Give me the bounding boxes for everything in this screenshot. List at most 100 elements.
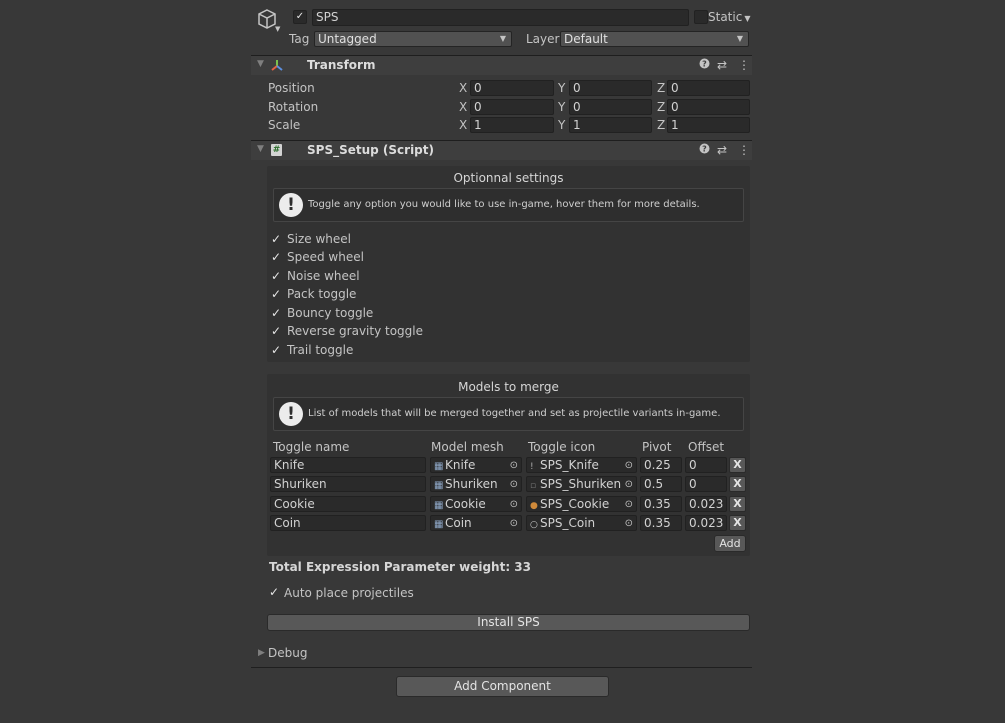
model-mesh-field[interactable]: ▦ Knife ⊙ bbox=[430, 457, 522, 473]
axis-z-label[interactable]: Z bbox=[657, 118, 665, 132]
toggle-name-field[interactable]: Coin bbox=[270, 515, 426, 531]
scale-z-field[interactable]: 1 bbox=[667, 117, 750, 133]
position-y-field[interactable]: 0 bbox=[569, 80, 652, 96]
toggle-label: Trail toggle bbox=[287, 343, 354, 357]
object-picker-icon[interactable]: ⊙ bbox=[625, 517, 633, 530]
toggle-icon-value: SPS_Shuriken bbox=[540, 477, 622, 491]
object-picker-icon[interactable]: ⊙ bbox=[510, 517, 518, 530]
pivot-field[interactable]: 0.35 bbox=[640, 515, 682, 531]
mesh-icon: ▦ bbox=[434, 500, 444, 511]
remove-row-button[interactable]: X bbox=[729, 476, 746, 492]
rotation-x-field[interactable]: 0 bbox=[470, 99, 554, 115]
tag-dropdown[interactable]: Untagged ▼ bbox=[314, 31, 512, 47]
script-title: SPS_Setup (Script) bbox=[307, 143, 434, 157]
add-model-button[interactable]: Add bbox=[714, 535, 746, 552]
help-icon[interactable]: ? bbox=[699, 143, 710, 157]
checkmark-icon[interactable]: ✓ bbox=[271, 287, 281, 301]
toggle-icon-field[interactable]: ! SPS_Knife ⊙ bbox=[526, 457, 637, 473]
checkmark-icon[interactable]: ✓ bbox=[271, 324, 281, 338]
toggle-icon-value: SPS_Knife bbox=[540, 458, 599, 472]
model-mesh-field[interactable]: ▦ Cookie ⊙ bbox=[430, 496, 522, 512]
remove-row-button[interactable]: X bbox=[729, 457, 746, 473]
transform-header[interactable]: ▼ Transform ? ⇄ ⋮ bbox=[251, 55, 752, 75]
pivot-field[interactable]: 0.5 bbox=[640, 476, 682, 492]
context-menu-icon[interactable]: ⋮ bbox=[738, 58, 750, 72]
add-component-button[interactable]: Add Component bbox=[396, 676, 609, 697]
object-picker-icon[interactable]: ⊙ bbox=[510, 459, 518, 472]
checkmark-icon[interactable]: ✓ bbox=[271, 306, 281, 320]
debug-label: Debug bbox=[268, 646, 308, 660]
toggle-name-field[interactable]: Cookie bbox=[270, 496, 426, 512]
toggle-icon-field[interactable]: ▫ SPS_Shuriken ⊙ bbox=[526, 476, 637, 492]
toggle-name-field[interactable]: Knife bbox=[270, 457, 426, 473]
remove-row-button[interactable]: X bbox=[729, 496, 746, 512]
toggle-icon-field[interactable]: ○ SPS_Coin ⊙ bbox=[526, 515, 637, 531]
foldout-arrow-icon[interactable]: ▼ bbox=[257, 144, 264, 154]
install-sps-button[interactable]: Install SPS bbox=[267, 614, 750, 631]
toggle-label: Noise wheel bbox=[287, 269, 360, 283]
model-mesh-field[interactable]: ▦ Coin ⊙ bbox=[430, 515, 522, 531]
chevron-down-icon: ▼ bbox=[736, 34, 743, 43]
toggle-icon-field[interactable]: ● SPS_Cookie ⊙ bbox=[526, 496, 637, 512]
rotation-y-field[interactable]: 0 bbox=[569, 99, 652, 115]
texture-icon: ! bbox=[530, 462, 534, 472]
object-picker-icon[interactable]: ⊙ bbox=[625, 478, 633, 491]
context-menu-icon[interactable]: ⋮ bbox=[738, 143, 750, 157]
offset-field[interactable]: 0.023 bbox=[685, 496, 727, 512]
divider bbox=[251, 667, 752, 668]
checkmark-icon[interactable]: ✓ bbox=[271, 343, 281, 357]
chevron-down-icon: ▼ bbox=[499, 34, 506, 43]
checkmark-icon[interactable]: ✓ bbox=[271, 269, 281, 283]
axis-x-label[interactable]: X bbox=[459, 118, 467, 132]
transform-icon bbox=[270, 58, 284, 75]
axis-y-label[interactable]: Y bbox=[558, 118, 565, 132]
axis-z-label[interactable]: Z bbox=[657, 81, 665, 95]
toggle-icon-value: SPS_Coin bbox=[540, 516, 596, 530]
offset-field[interactable]: 0 bbox=[685, 476, 727, 492]
static-label[interactable]: Static ▼ bbox=[708, 10, 750, 24]
scale-x-field[interactable]: 1 bbox=[470, 117, 554, 133]
axis-z-label[interactable]: Z bbox=[657, 100, 665, 114]
object-name-field[interactable]: SPS bbox=[312, 9, 689, 26]
checkmark-icon[interactable]: ✓ bbox=[271, 232, 281, 246]
pivot-field[interactable]: 0.25 bbox=[640, 457, 682, 473]
static-dropdown-arrow[interactable]: ▼ bbox=[744, 14, 750, 23]
offset-field[interactable]: 0 bbox=[685, 457, 727, 473]
layer-dropdown[interactable]: Default ▼ bbox=[560, 31, 749, 47]
scale-y-field[interactable]: 1 bbox=[569, 117, 652, 133]
axis-y-label[interactable]: Y bbox=[558, 81, 565, 95]
tag-value: Untagged bbox=[318, 32, 377, 46]
position-z-field[interactable]: 0 bbox=[667, 80, 750, 96]
object-picker-icon[interactable]: ⊙ bbox=[625, 498, 633, 511]
help-icon[interactable]: ? bbox=[699, 58, 710, 72]
object-picker-icon[interactable]: ⊙ bbox=[510, 478, 518, 491]
axis-y-label[interactable]: Y bbox=[558, 100, 565, 114]
toggle-label: Size wheel bbox=[287, 232, 351, 246]
object-picker-icon[interactable]: ⊙ bbox=[625, 459, 633, 472]
active-checkbox[interactable]: ✓ bbox=[293, 10, 307, 24]
model-mesh-field[interactable]: ▦ Shuriken ⊙ bbox=[430, 476, 522, 492]
checkmark-icon[interactable]: ✓ bbox=[269, 585, 279, 599]
offset-field[interactable]: 0.023 bbox=[685, 515, 727, 531]
script-header[interactable]: ▼ # SPS_Setup (Script) ? ⇄ ⋮ bbox=[251, 140, 752, 160]
pivot-field[interactable]: 0.35 bbox=[640, 496, 682, 512]
auto-place-label: Auto place projectiles bbox=[284, 586, 414, 600]
position-label: Position bbox=[268, 81, 315, 95]
preset-icon[interactable]: ⇄ bbox=[717, 58, 727, 72]
model-mesh-value: Knife bbox=[445, 458, 476, 472]
position-x-field[interactable]: 0 bbox=[470, 80, 554, 96]
toggle-label: Pack toggle bbox=[287, 287, 357, 301]
preset-icon[interactable]: ⇄ bbox=[717, 143, 727, 157]
checkmark-icon[interactable]: ✓ bbox=[271, 250, 281, 264]
foldout-arrow-icon[interactable]: ▶ bbox=[258, 648, 265, 658]
object-picker-icon[interactable]: ⊙ bbox=[510, 498, 518, 511]
toggle-name-field[interactable]: Shuriken bbox=[270, 476, 426, 492]
foldout-arrow-icon[interactable]: ▼ bbox=[257, 59, 264, 69]
axis-x-label[interactable]: X bbox=[459, 100, 467, 114]
remove-row-button[interactable]: X bbox=[729, 515, 746, 531]
rotation-z-field[interactable]: 0 bbox=[667, 99, 750, 115]
icon-dropdown-arrow[interactable]: ▼ bbox=[275, 25, 280, 33]
static-checkbox[interactable] bbox=[694, 10, 708, 24]
svg-text:?: ? bbox=[702, 60, 707, 69]
axis-x-label[interactable]: X bbox=[459, 81, 467, 95]
